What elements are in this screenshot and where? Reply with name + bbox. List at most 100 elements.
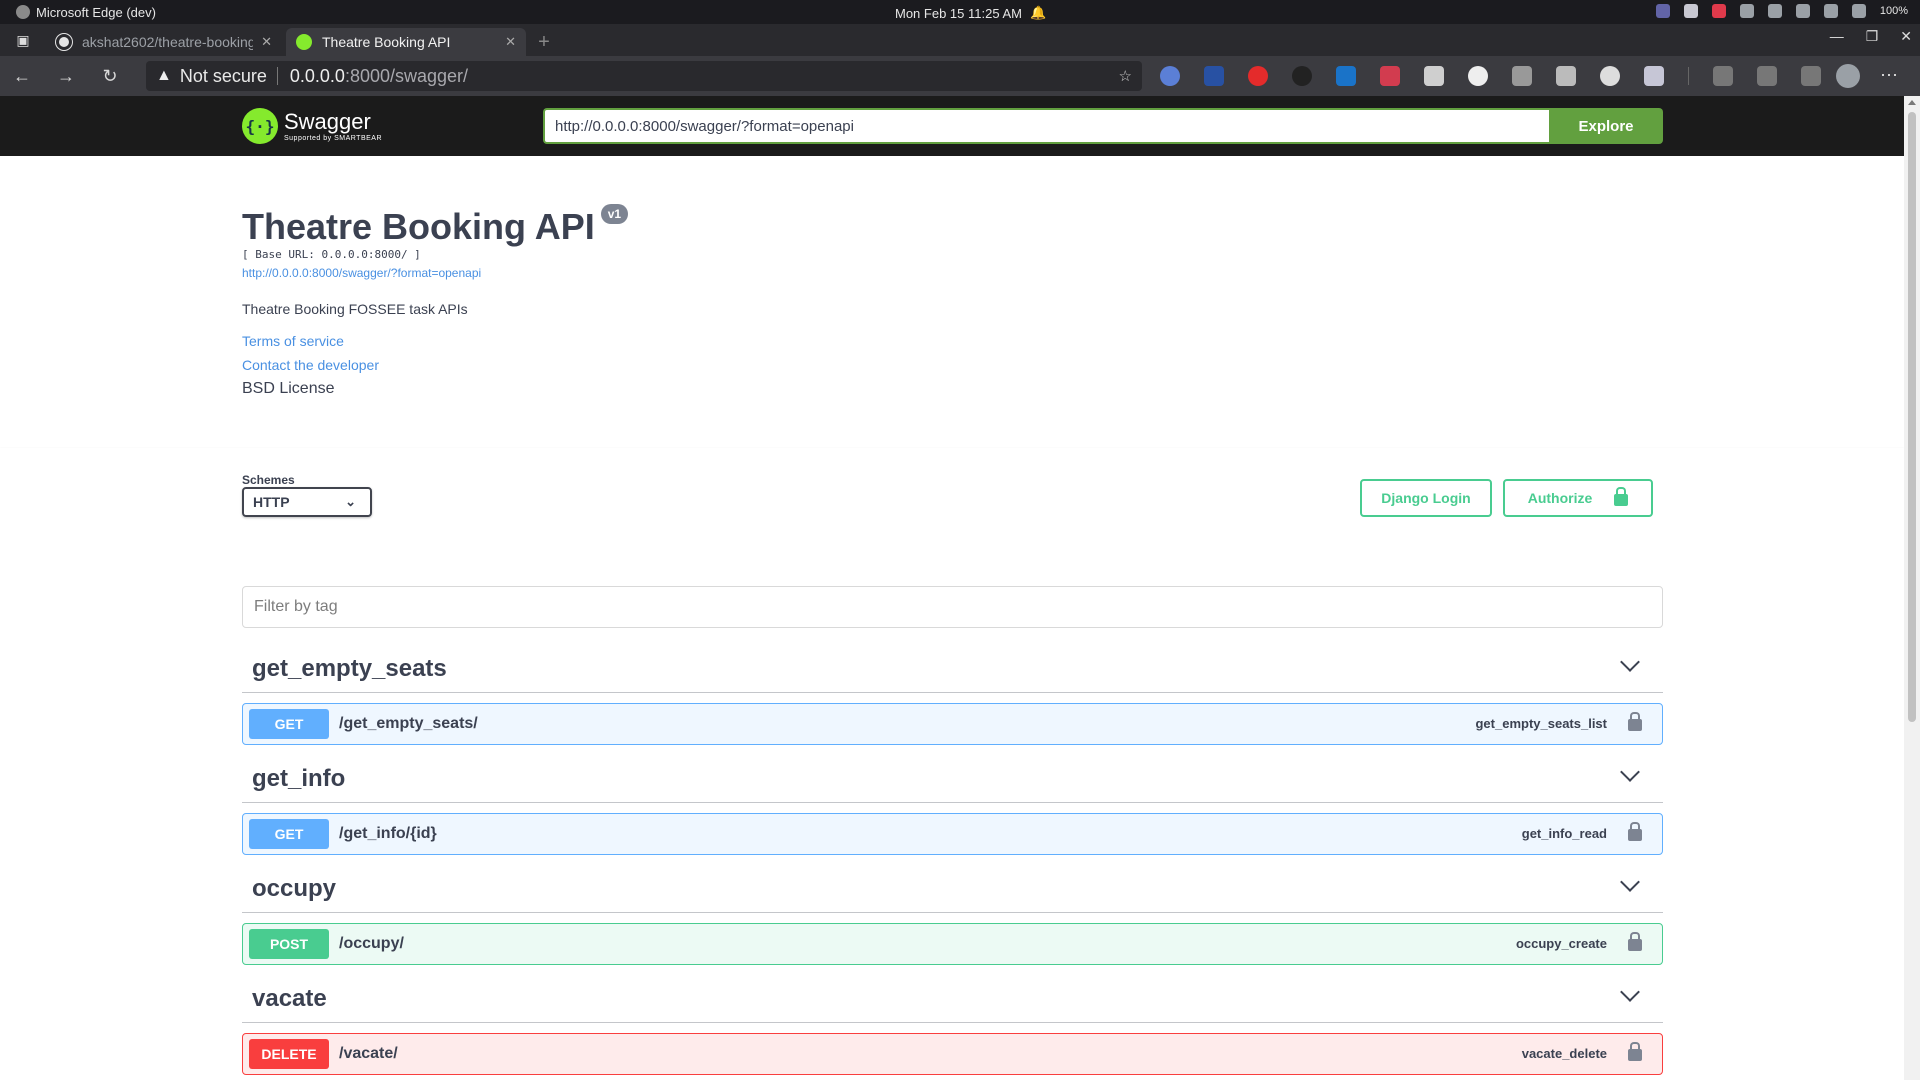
adblock-icon[interactable]: [1248, 66, 1268, 86]
address-host: 0.0.0.0: [289, 65, 345, 86]
minimize-icon[interactable]: —: [1830, 28, 1844, 45]
swagger-topbar: {·} Swagger Supported by SMARTBEAR http:…: [0, 96, 1904, 156]
spec-url-input[interactable]: http://0.0.0.0:8000/swagger/?format=open…: [543, 108, 1549, 144]
method-badge: POST: [249, 929, 329, 959]
share-icon[interactable]: [1801, 66, 1821, 86]
extension-icon[interactable]: [1644, 66, 1664, 86]
operation-vacate[interactable]: DELETE /vacate/ vacate_delete: [242, 1033, 1663, 1075]
lock-icon[interactable]: [1628, 822, 1642, 841]
tab-github[interactable]: akshat2602/theatre-booking ✕: [46, 28, 282, 56]
schemes-select[interactable]: HTTP ⌄: [242, 487, 372, 517]
extension-icon[interactable]: [1512, 66, 1532, 86]
operation-get-empty-seats[interactable]: GET /get_empty_seats/ get_empty_seats_li…: [242, 703, 1663, 745]
extension-icon[interactable]: [1556, 66, 1576, 86]
os-clock-text: Mon Feb 15 11:25 AM: [895, 5, 1022, 21]
schemes-selected-value: HTTP: [253, 494, 290, 510]
close-tab-icon[interactable]: ✕: [261, 34, 272, 50]
restore-icon[interactable]: ❐: [1866, 28, 1879, 45]
method-badge: DELETE: [249, 1039, 329, 1069]
scroll-up-icon[interactable]: [1908, 100, 1916, 105]
method-badge: GET: [249, 819, 329, 849]
django-login-button[interactable]: Django Login: [1360, 479, 1492, 517]
tag-header-get-info[interactable]: get_info: [242, 753, 1663, 803]
page-scrollbar[interactable]: [1904, 96, 1920, 1080]
schemes-section: Schemes HTTP ⌄ Django Login Authorize: [0, 448, 1904, 548]
scrollbar-thumb[interactable]: [1908, 112, 1916, 722]
schemes-label: Schemes: [242, 473, 295, 487]
address-bar[interactable]: ▲ Not secure 0.0.0.0 :8000/swagger/ ☆: [146, 61, 1142, 91]
browser-toolbar: ← → ↻ ▲ Not secure 0.0.0.0 :8000/swagger…: [0, 56, 1920, 96]
authorize-button[interactable]: Authorize: [1503, 479, 1653, 517]
os-app-indicator[interactable]: Microsoft Edge (dev): [0, 5, 156, 20]
extensions-row: [1160, 66, 1821, 86]
tab-title: Theatre Booking API: [322, 34, 451, 50]
bell-icon[interactable]: 🔔: [1030, 5, 1046, 21]
terms-of-service-link[interactable]: Terms of service: [242, 333, 344, 349]
star-plus-icon[interactable]: ☆: [1119, 67, 1132, 85]
teams-tray-icon[interactable]: [1655, 4, 1670, 18]
refresh-icon[interactable]: ↻: [88, 56, 132, 96]
chevron-down-icon[interactable]: [1620, 762, 1640, 782]
extension-icon[interactable]: [1292, 66, 1312, 86]
tab-actions-icon[interactable]: ▣: [0, 24, 46, 56]
tag-header-occupy[interactable]: occupy: [242, 863, 1663, 913]
extension-icon[interactable]: [1204, 66, 1224, 86]
discord-tray-icon[interactable]: [1683, 4, 1698, 18]
address-divider: [276, 67, 278, 85]
tag-header-get-empty-seats[interactable]: get_empty_seats: [242, 643, 1663, 693]
operation-get-info[interactable]: GET /get_info/{id} get_info_read: [242, 813, 1663, 855]
chevron-down-icon[interactable]: [1620, 982, 1640, 1002]
tag-name: vacate: [252, 985, 327, 1012]
os-app-name: Microsoft Edge (dev): [36, 4, 156, 20]
lock-icon[interactable]: [1628, 932, 1642, 951]
os-clock[interactable]: Mon Feb 15 11:25 AM 🔔: [895, 5, 1046, 21]
extension-icon[interactable]: [1336, 66, 1356, 86]
system-tray: 100%: [1655, 4, 1908, 18]
swagger-logo[interactable]: {·} Swagger Supported by SMARTBEAR: [242, 108, 382, 144]
extension-icon[interactable]: [1424, 66, 1444, 86]
warning-icon[interactable]: ▲: [156, 67, 172, 85]
tab-theatre-booking[interactable]: Theatre Booking API ✕: [286, 28, 526, 56]
filter-by-tag-input[interactable]: Filter by tag: [242, 586, 1663, 628]
version-badge: v1: [600, 204, 629, 224]
profile-avatar[interactable]: [1836, 64, 1860, 88]
base-url: [ Base URL: 0.0.0.0:8000/ ]: [242, 248, 421, 261]
swagger-logo-icon: {·}: [242, 108, 278, 144]
tag-header-vacate[interactable]: vacate: [242, 973, 1663, 1023]
tab-title: akshat2602/theatre-booking: [82, 34, 254, 50]
back-arrow-icon[interactable]: ←: [0, 56, 44, 96]
favorites-icon[interactable]: [1713, 66, 1733, 86]
collections-icon[interactable]: [1757, 66, 1777, 86]
spec-url-link[interactable]: http://0.0.0.0:8000/swagger/?format=open…: [242, 266, 481, 280]
forward-arrow-icon[interactable]: →: [44, 56, 88, 96]
operation-id: occupy_create: [1515, 936, 1607, 951]
extension-icon[interactable]: [1160, 66, 1180, 86]
lock-icon[interactable]: [1628, 1042, 1642, 1061]
operation-path: /get_info/{id}: [339, 825, 437, 842]
operation-occupy[interactable]: POST /occupy/ occupy_create: [242, 923, 1663, 965]
battery-icon[interactable]: [1851, 4, 1866, 18]
security-label[interactable]: Not secure: [180, 66, 267, 87]
api-info: Theatre Booking API v1 [ Base URL: 0.0.0…: [0, 156, 1904, 448]
new-tab-button[interactable]: +: [530, 28, 558, 56]
explore-button[interactable]: Explore: [1549, 108, 1663, 144]
extension-icon[interactable]: [1380, 66, 1400, 86]
lock-icon[interactable]: [1628, 712, 1642, 731]
contact-developer-link[interactable]: Contact the developer: [242, 357, 379, 373]
volume-icon[interactable]: [1795, 4, 1810, 18]
close-window-icon[interactable]: ✕: [1900, 28, 1912, 45]
wifi-icon[interactable]: [1767, 4, 1782, 18]
microphone-icon[interactable]: [1823, 4, 1838, 18]
chevron-down-icon[interactable]: [1620, 652, 1640, 672]
api-description: Theatre Booking FOSSEE task APIs: [242, 301, 468, 317]
more-menu-icon[interactable]: ⋯: [1880, 65, 1898, 86]
app-tray-icon[interactable]: [1711, 4, 1726, 18]
chevron-down-icon[interactable]: [1620, 872, 1640, 892]
swagger-favicon-icon: [296, 34, 312, 50]
page-title: Theatre Booking API v1: [242, 204, 629, 248]
close-tab-icon[interactable]: ✕: [505, 34, 516, 50]
extension-icon[interactable]: [1600, 66, 1620, 86]
display-tray-icon[interactable]: [1739, 4, 1754, 18]
operation-id: vacate_delete: [1521, 1046, 1607, 1061]
extension-icon[interactable]: [1468, 66, 1488, 86]
